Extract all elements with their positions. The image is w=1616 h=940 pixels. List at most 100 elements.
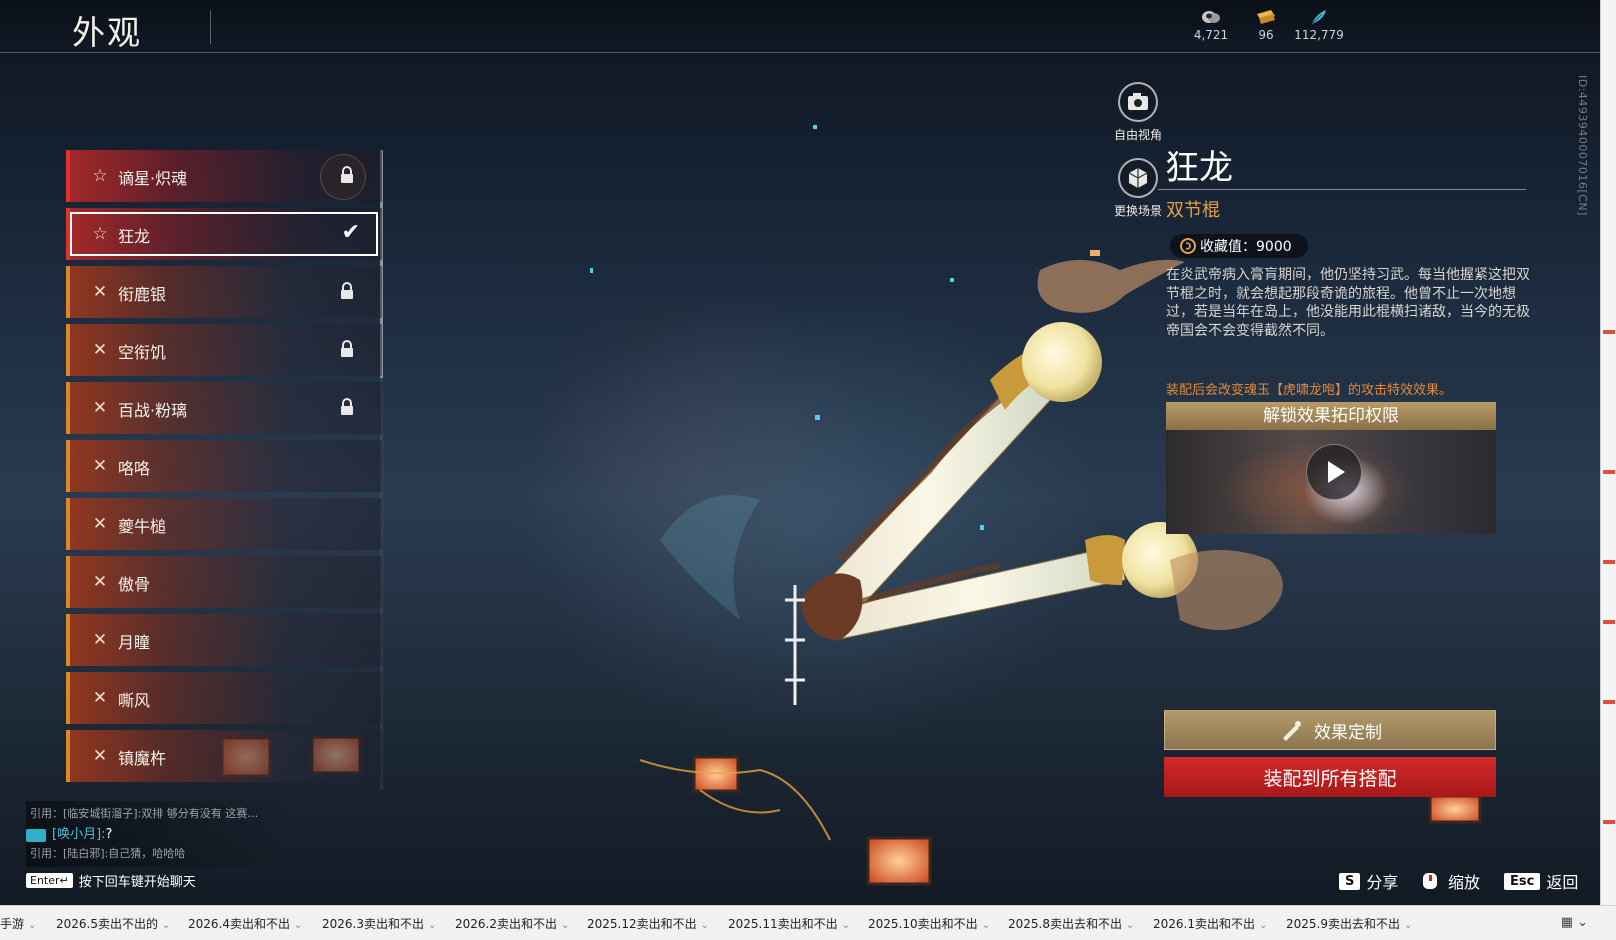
- chevron-down-icon: ⌄: [1404, 920, 1413, 931]
- sheet-tab-bar: 手游 ⌄ 2026.5卖出不出的 ⌄ 2026.4卖出和不出 ⌄ 2026.3卖出和不…: [0, 905, 1616, 940]
- play-icon[interactable]: [1306, 444, 1362, 500]
- sheet-tab[interactable]: 2026.3卖出和不出 ⌄: [322, 915, 436, 932]
- sheet-tab-label: 2025.8卖出去和不出: [1008, 917, 1122, 931]
- sheet-tab[interactable]: 2026.5卖出不出的 ⌄: [56, 915, 170, 932]
- chevron-down-icon: ⌄: [1259, 920, 1268, 931]
- list-item-label: 镇魔杵: [118, 749, 167, 768]
- cross-icon: ✕: [92, 398, 108, 418]
- list-item[interactable]: ✕ 咯咯: [66, 440, 382, 492]
- lock-icon: [341, 282, 353, 299]
- page-title: 外观: [72, 13, 142, 52]
- sheet-tab-label: 2025.9卖出去和不出: [1286, 917, 1400, 931]
- list-item[interactable]: ✕ 夔牛槌: [66, 498, 382, 550]
- currency-feathers[interactable]: 112,779: [1284, 8, 1354, 42]
- sheet-tab[interactable]: 2025.9卖出去和不出 ⌄: [1286, 915, 1412, 932]
- game-viewport: 外观 4,721 96 112,779 ID:4493940007016[CN]…: [0, 0, 1600, 905]
- sheet-tab[interactable]: 2025.12卖出和不出 ⌄: [587, 915, 709, 932]
- brush-icon: [1283, 721, 1301, 741]
- chat-line-message: [唤小月]:?: [26, 823, 112, 842]
- title-divider: [210, 10, 211, 44]
- edge-mark: [1603, 560, 1615, 564]
- share-hint[interactable]: S 分享: [1339, 869, 1398, 893]
- list-item-label: 空衔饥: [118, 343, 167, 362]
- chat-panel[interactable]: 引用：[临安城街溜子]:双排 够分有没有 这赛… [唤小月]:? 引用：[陆白邪…: [26, 801, 296, 867]
- list-item[interactable]: ✕ 傲骨: [66, 556, 382, 608]
- coin-stack-icon: [1202, 11, 1220, 23]
- star-icon: ☆: [92, 224, 108, 244]
- sheet-tab[interactable]: 2026.2卖出和不出 ⌄: [455, 915, 569, 932]
- adjacent-window-edge: [1600, 0, 1616, 905]
- back-hint[interactable]: Esc 返回: [1504, 869, 1578, 893]
- sheet-tab-label: 2026.4卖出和不出: [188, 917, 290, 931]
- list-item-label: 百战·粉璃: [118, 401, 188, 420]
- player-id: ID:4493940007016[CN]: [1576, 75, 1589, 216]
- sheet-tab[interactable]: 2025.10卖出和不出 ⌄: [868, 915, 990, 932]
- camera-icon: [1118, 82, 1158, 122]
- list-item[interactable]: ✕ 镇魔杵: [66, 730, 382, 782]
- sheet-tab[interactable]: 手游 ⌄: [0, 915, 36, 932]
- chat-channel-badge: [26, 828, 46, 842]
- collection-value-badge: 收藏值：9000: [1170, 234, 1308, 258]
- cross-icon: ✕: [92, 572, 108, 592]
- sheet-tab-label: 2025.12卖出和不出: [587, 917, 697, 931]
- edge-mark: [1603, 330, 1615, 334]
- zoom-hint[interactable]: 缩放: [1420, 869, 1480, 893]
- gold-ticket-icon: [1257, 10, 1275, 24]
- lock-icon: [341, 166, 353, 183]
- chat-sender-name[interactable]: [唤小月]:: [52, 827, 106, 842]
- grid-icon[interactable]: ▦ ⌄: [1561, 915, 1588, 930]
- effect-customize-button[interactable]: 效果定制: [1164, 710, 1496, 750]
- list-item-label: 谪星·炽魂: [118, 169, 188, 188]
- list-item-label: 夔牛槌: [118, 517, 167, 536]
- list-item[interactable]: ☆ 狂龙 ✔: [66, 208, 382, 260]
- free-view-button[interactable]: 自由视角: [1098, 82, 1178, 143]
- cross-icon: ✕: [92, 282, 108, 302]
- sheet-tab-label: 2026.2卖出和不出: [455, 917, 557, 931]
- cross-icon: ✕: [92, 456, 108, 476]
- chevron-down-icon: ⌄: [428, 920, 437, 931]
- list-item-label: 傲骨: [118, 575, 151, 594]
- enter-key: Enter↵: [26, 873, 73, 888]
- sheet-tab[interactable]: 2025.8卖出去和不出 ⌄: [1008, 915, 1134, 932]
- chevron-down-icon: ⌄: [841, 920, 851, 931]
- equip-effect-note: 装配后会改变魂玉【虎啸龙咆】的攻击特效效果。: [1166, 383, 1453, 398]
- back-label: 返回: [1546, 873, 1579, 892]
- mouse-wheel-icon: [1423, 873, 1437, 889]
- list-item[interactable]: ☆ 谪星·炽魂: [66, 150, 382, 202]
- collection-coin-icon: [1180, 238, 1196, 254]
- chat-enter-hint[interactable]: Enter↵ 按下回车键开始聊天: [26, 871, 196, 890]
- list-item[interactable]: ✕ 衔鹿银: [66, 266, 382, 318]
- sheet-tab[interactable]: 2026.1卖出和不出 ⌄: [1153, 915, 1267, 932]
- list-item-label: 嘶风: [118, 691, 151, 710]
- chat-enter-label: 按下回车键开始聊天: [78, 875, 196, 890]
- chat-line-quote: 引用：[陆白邪]:自己猜，哈哈哈: [30, 847, 186, 860]
- name-divider: [1158, 189, 1526, 190]
- list-item-label: 狂龙: [118, 227, 151, 246]
- sheet-tab-label: 2026.1卖出和不出: [1153, 917, 1255, 931]
- cross-icon: ✕: [92, 746, 108, 766]
- list-item-label: 月瞳: [118, 633, 151, 652]
- chevron-down-icon: ⌄: [162, 920, 171, 931]
- list-item[interactable]: ✕ 空衔饥: [66, 324, 382, 376]
- sheet-tab[interactable]: 2025.11卖出和不出 ⌄: [728, 915, 850, 932]
- star-icon: ☆: [92, 166, 108, 186]
- list-item[interactable]: ✕ 月瞳: [66, 614, 382, 666]
- sheet-tab[interactable]: 2026.4卖出和不出 ⌄: [188, 915, 302, 932]
- chevron-down-icon: ⌄: [561, 920, 570, 931]
- effect-customize-label: 效果定制: [1314, 722, 1382, 743]
- list-item[interactable]: ✕ 嘶风: [66, 672, 382, 724]
- sheet-tab-label: 2025.10卖出和不出: [868, 917, 978, 931]
- cross-icon: ✕: [92, 630, 108, 650]
- lock-icon: [341, 398, 353, 415]
- chevron-down-icon: ⌄: [1126, 920, 1135, 931]
- check-icon: ✔: [341, 220, 360, 245]
- collection-value: 收藏值：9000: [1200, 239, 1292, 255]
- esc-key: Esc: [1504, 872, 1541, 890]
- sheet-tab-label: 2025.11卖出和不出: [728, 917, 838, 931]
- list-item[interactable]: ✕ 百战·粉璃: [66, 382, 382, 434]
- equip-all-button[interactable]: 装配到所有搭配: [1164, 757, 1496, 797]
- weapon-name: 狂龙: [1165, 148, 1233, 188]
- cube-icon: [1118, 158, 1158, 198]
- edge-mark: [1603, 700, 1615, 704]
- edge-mark: [1603, 620, 1615, 624]
